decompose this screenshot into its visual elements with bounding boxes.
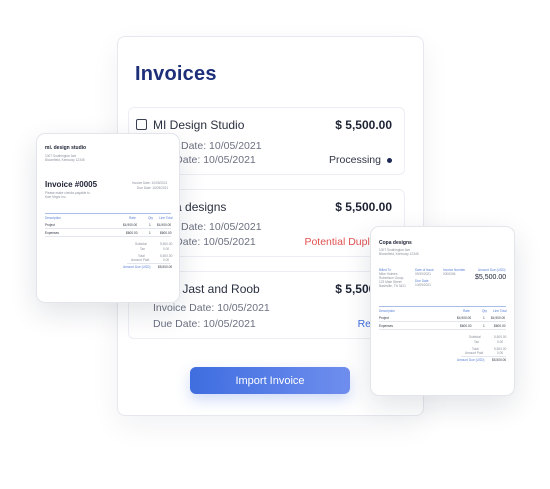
row-qty: 1 <box>483 316 485 320</box>
row-rate: $600.00 <box>126 231 138 235</box>
subtotal-value: 5,500.00 <box>160 242 173 246</box>
due-date: Due Date: 10/05/2021 <box>137 186 169 190</box>
invoice-date: Invoice Date: 10/05/2021 <box>132 181 168 185</box>
divider <box>379 306 506 307</box>
tax-label: Tax <box>140 247 145 251</box>
row-qty: 1 <box>149 223 151 227</box>
status-dot-icon <box>387 157 392 163</box>
column-header: Line Total <box>159 216 173 220</box>
row-rate: $4,900.00 <box>123 223 138 227</box>
company-name: Copa designs <box>379 240 412 246</box>
row-desc: Expenses <box>45 231 59 235</box>
divider <box>461 356 506 357</box>
vendor-name: MI Design Studio <box>153 118 245 132</box>
billed-to-line: Nashville, TN 3421 <box>379 284 406 288</box>
row-desc: Expenses <box>379 324 393 328</box>
tax-label: Tax <box>474 340 479 344</box>
amount-due-value: $5,500.00 <box>492 358 507 362</box>
status-badge: Processing <box>329 154 392 166</box>
subtotal-label: Subtotal <box>135 242 147 246</box>
row-total: $4,900.00 <box>157 223 172 227</box>
column-header: Description <box>379 309 395 313</box>
import-invoice-button[interactable]: Import Invoice <box>190 367 350 394</box>
row-rate: $4,900.00 <box>457 316 472 320</box>
tax-value: 0.00 <box>497 340 504 344</box>
column-header: Description <box>45 216 61 220</box>
divider <box>45 236 171 237</box>
paid-label: Amount Paid <box>131 258 150 262</box>
column-header: Qty <box>482 309 487 313</box>
row-qty: 1 <box>483 324 485 328</box>
divider <box>379 321 506 322</box>
subtotal-value: 5,500.00 <box>494 335 507 339</box>
divider <box>45 213 171 214</box>
invoice-document-preview[interactable]: Copa designs 1007 Southington Ave Bloomf… <box>370 226 515 396</box>
subtotal-label: Subtotal <box>469 335 481 339</box>
due-date: Due Date: 10/05/2021 <box>153 318 256 330</box>
amount-due-label: Amount Due (USD) <box>123 265 151 269</box>
date-of-issue-value: 09/30/2021 <box>415 272 431 276</box>
invoice-amount: $ 5,500.00 <box>335 200 392 214</box>
amount-due-value: $5,500.00 <box>158 265 173 269</box>
payment-note: Kwe Mrgnr Inc. <box>45 195 67 199</box>
invoice-amount: $ 5,500.00 <box>335 118 392 132</box>
select-checkbox[interactable] <box>136 119 147 130</box>
tax-value: 0.00 <box>163 247 170 251</box>
amount-due-label: Amount Due (USD) <box>457 358 485 362</box>
row-desc: Project <box>379 316 389 320</box>
due-date-value: 10/05/2021 <box>415 283 431 287</box>
divider <box>127 263 171 264</box>
column-header: Rate <box>463 309 470 313</box>
row-rate: $600.00 <box>460 324 472 328</box>
column-header: Rate <box>129 216 136 220</box>
row-total: $4,900.00 <box>491 316 506 320</box>
row-total: $600.00 <box>160 231 172 235</box>
row-total: $600.00 <box>494 324 506 328</box>
column-header: Line Total <box>493 309 507 313</box>
address-line: Bloomfield, Kentucky 12345 <box>45 158 85 162</box>
invoice-number-value: 0000006 <box>443 272 456 276</box>
row-qty: 1 <box>149 231 151 235</box>
paid-value: 0.00 <box>163 258 170 262</box>
invoice-title: Invoice #0005 <box>45 180 98 189</box>
divider <box>379 329 506 330</box>
paid-label: Amount Paid <box>465 351 484 355</box>
column-header: Qty <box>148 216 153 220</box>
address-line: Bloomfield, Kentucky 12345 <box>379 252 419 256</box>
status-label: Processing <box>329 154 381 166</box>
invoice-date: Invoice Date: 10/05/2021 <box>153 302 270 314</box>
invoice-document-preview[interactable]: mi. design studio 1007 Southington Ave B… <box>36 133 180 303</box>
amount-due-value: $5,500.00 <box>475 274 507 281</box>
paid-value: 0.00 <box>497 351 504 355</box>
divider <box>45 228 171 229</box>
company-logo: mi. design studio <box>45 145 87 151</box>
page-title: Invoices <box>135 63 217 85</box>
row-desc: Project <box>45 223 55 227</box>
amount-due-label: Amount Due (USD) <box>478 268 506 272</box>
